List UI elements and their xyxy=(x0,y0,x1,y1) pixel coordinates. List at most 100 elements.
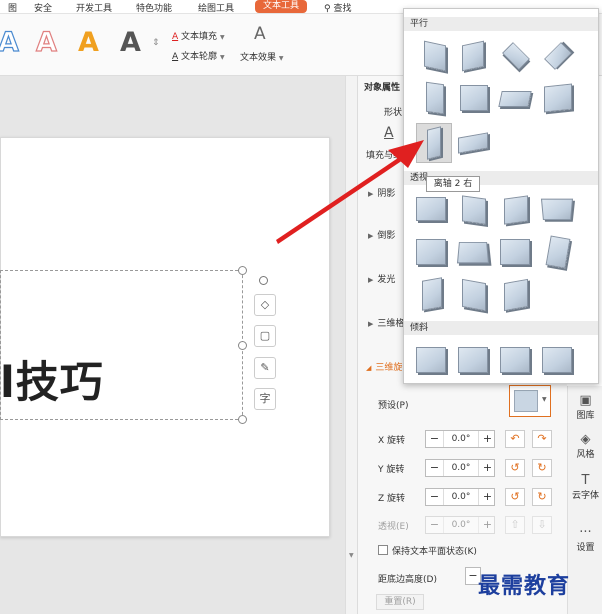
text-effect-button[interactable]: 文本效果 ▼ xyxy=(240,50,284,63)
3d-shape-icon xyxy=(545,235,571,269)
rotate-counterclockwise-icon[interactable]: ↺ xyxy=(505,488,525,506)
preset-perspective-7[interactable] xyxy=(498,235,534,271)
preset-perspective-3[interactable] xyxy=(498,193,534,229)
x-rotation-label: X 旋转 xyxy=(378,436,406,446)
menu-item-security[interactable]: 安全 xyxy=(34,1,52,14)
wordart-style-gray[interactable]: A xyxy=(120,28,141,58)
rotate-right-icon[interactable]: ↷ xyxy=(532,430,552,448)
chevron-down-icon: ▼ xyxy=(542,396,547,403)
resize-handle[interactable] xyxy=(238,341,247,350)
shape-fill-icon[interactable]: ▢ xyxy=(254,325,276,347)
preset-oblique-1[interactable] xyxy=(414,343,450,379)
dock-item-cloud-font[interactable]: T 云字体 xyxy=(568,474,602,502)
rotate-left-icon[interactable]: ↶ xyxy=(505,430,525,448)
text-outline-icon: A xyxy=(172,52,179,62)
preset-perspective-8[interactable] xyxy=(540,235,576,271)
wordart-style-blue-outline[interactable]: A xyxy=(0,27,20,58)
preset-parallel-7[interactable] xyxy=(498,81,534,117)
tab-text-tools[interactable]: 文本工具 xyxy=(255,0,307,13)
menu-item-features[interactable]: 特色功能 xyxy=(136,1,172,14)
decrement-button[interactable]: − xyxy=(426,517,443,533)
chevron-down-icon: ▼ xyxy=(219,34,225,41)
3d-shape-icon xyxy=(498,91,532,107)
preset-parallel-5[interactable] xyxy=(418,81,454,117)
text-outline-button[interactable]: A 文本轮廓 ▼ xyxy=(172,49,225,62)
perspective-down-icon[interactable]: ⇩ xyxy=(532,516,552,534)
collapse-icon[interactable] xyxy=(259,276,268,285)
scroll-down-icon[interactable]: ▼ xyxy=(349,552,354,559)
decrement-button[interactable]: − xyxy=(426,489,443,505)
x-rotation-stepper[interactable]: − 0.0° + xyxy=(425,430,495,448)
preset-oblique-4[interactable] xyxy=(540,343,576,379)
z-rotation-value[interactable]: 0.0° xyxy=(443,489,479,505)
perspective-stepper[interactable]: − 0.0° + xyxy=(425,516,495,534)
section-3d-rotation[interactable]: ◢ 三维旋 xyxy=(366,360,402,373)
rotate-clockwise-icon[interactable]: ↻ xyxy=(532,488,552,506)
3d-shape-icon xyxy=(500,347,530,373)
resize-handle[interactable] xyxy=(238,415,247,424)
perspective-up-icon[interactable]: ⇧ xyxy=(505,516,525,534)
preset-oblique-2[interactable] xyxy=(456,343,492,379)
preset-parallel-2[interactable] xyxy=(456,39,492,75)
rotate-down-icon[interactable]: ↻ xyxy=(532,459,552,477)
slide-title-text[interactable]: l技巧 xyxy=(0,357,104,409)
preset-parallel-3[interactable] xyxy=(498,39,534,75)
increment-button[interactable]: + xyxy=(479,489,496,505)
shape-style-icon[interactable]: ◇ xyxy=(254,294,276,316)
preset-perspective-2[interactable] xyxy=(456,193,492,229)
collapse-triangle-icon: ◢ xyxy=(366,364,372,372)
section-3d-rotation-label: 三维旋 xyxy=(375,363,403,373)
3d-shape-icon xyxy=(502,42,530,70)
tab-shape[interactable]: 形状 xyxy=(384,105,402,118)
preset-parallel-10[interactable] xyxy=(456,125,492,161)
increment-button[interactable]: + xyxy=(479,460,496,476)
preset-perspective-9[interactable] xyxy=(414,277,450,313)
preset-perspective-6[interactable] xyxy=(456,235,492,271)
preset-perspective-4[interactable] xyxy=(540,193,576,229)
menu-item-picture[interactable]: 图 xyxy=(8,1,17,14)
increment-button[interactable]: + xyxy=(479,517,496,533)
decrement-button[interactable]: − xyxy=(426,431,443,447)
z-rotation-stepper[interactable]: − 0.0° + xyxy=(425,488,495,506)
preset-oblique-3[interactable] xyxy=(498,343,534,379)
preset-perspective-11[interactable] xyxy=(498,277,534,313)
wordart-style-red-outline[interactable]: A xyxy=(35,27,57,58)
text-fill-button[interactable]: A 文本填充 ▼ xyxy=(172,29,225,42)
preset-parallel-4[interactable] xyxy=(540,39,576,75)
preset-parallel-6[interactable] xyxy=(456,81,492,117)
search-box[interactable]: ⚲ 查找 xyxy=(324,1,351,14)
preset-dropdown[interactable]: ▼ xyxy=(509,385,551,417)
section-3d-format[interactable]: ▶ 三维格 xyxy=(368,316,404,329)
3d-shape-icon xyxy=(544,42,572,70)
y-rotation-value[interactable]: 0.0° xyxy=(443,460,479,476)
resize-handle[interactable] xyxy=(238,266,247,275)
menu-item-developer[interactable]: 开发工具 xyxy=(76,1,112,14)
dock-item-library[interactable]: ▣ 图库 xyxy=(568,394,602,422)
y-rotation-stepper[interactable]: − 0.0° + xyxy=(425,459,495,477)
dock-item-style-label: 风格 xyxy=(576,450,595,460)
keep-flat-checkbox[interactable] xyxy=(378,545,388,555)
decrement-button[interactable]: − xyxy=(426,460,443,476)
preset-perspective-10[interactable] xyxy=(456,277,492,313)
increment-button[interactable]: + xyxy=(479,431,496,447)
x-rotation-value[interactable]: 0.0° xyxy=(443,431,479,447)
perspective-value[interactable]: 0.0° xyxy=(443,517,479,533)
menu-item-drawing-tools[interactable]: 绘图工具 xyxy=(198,1,234,14)
panel-header: 对象属性 xyxy=(364,83,401,93)
wordart-gallery-more-icon[interactable]: ⇕ xyxy=(152,38,160,48)
3d-shape-icon xyxy=(422,277,442,311)
text-format-icon[interactable]: 字 xyxy=(254,388,276,410)
wordart-style-orange[interactable]: A xyxy=(78,28,99,58)
section-glow[interactable]: ▶ 发光 xyxy=(368,272,395,285)
text-outline-label: 文本轮廓 xyxy=(181,52,218,62)
preset-parallel-8[interactable] xyxy=(540,81,576,117)
reset-button[interactable]: 重置(R) xyxy=(376,594,424,610)
shape-outline-icon[interactable]: ✎ xyxy=(254,357,276,379)
dock-item-style[interactable]: ◈ 风格 xyxy=(568,433,602,461)
dock-item-settings[interactable]: ··· 设置 xyxy=(568,526,602,554)
rotate-up-icon[interactable]: ↺ xyxy=(505,459,525,477)
3d-shape-icon xyxy=(504,195,528,225)
preset-parallel-1[interactable] xyxy=(418,39,454,75)
arrow-shaft xyxy=(276,154,406,244)
text-effect-label: 文本效果 xyxy=(240,53,277,63)
